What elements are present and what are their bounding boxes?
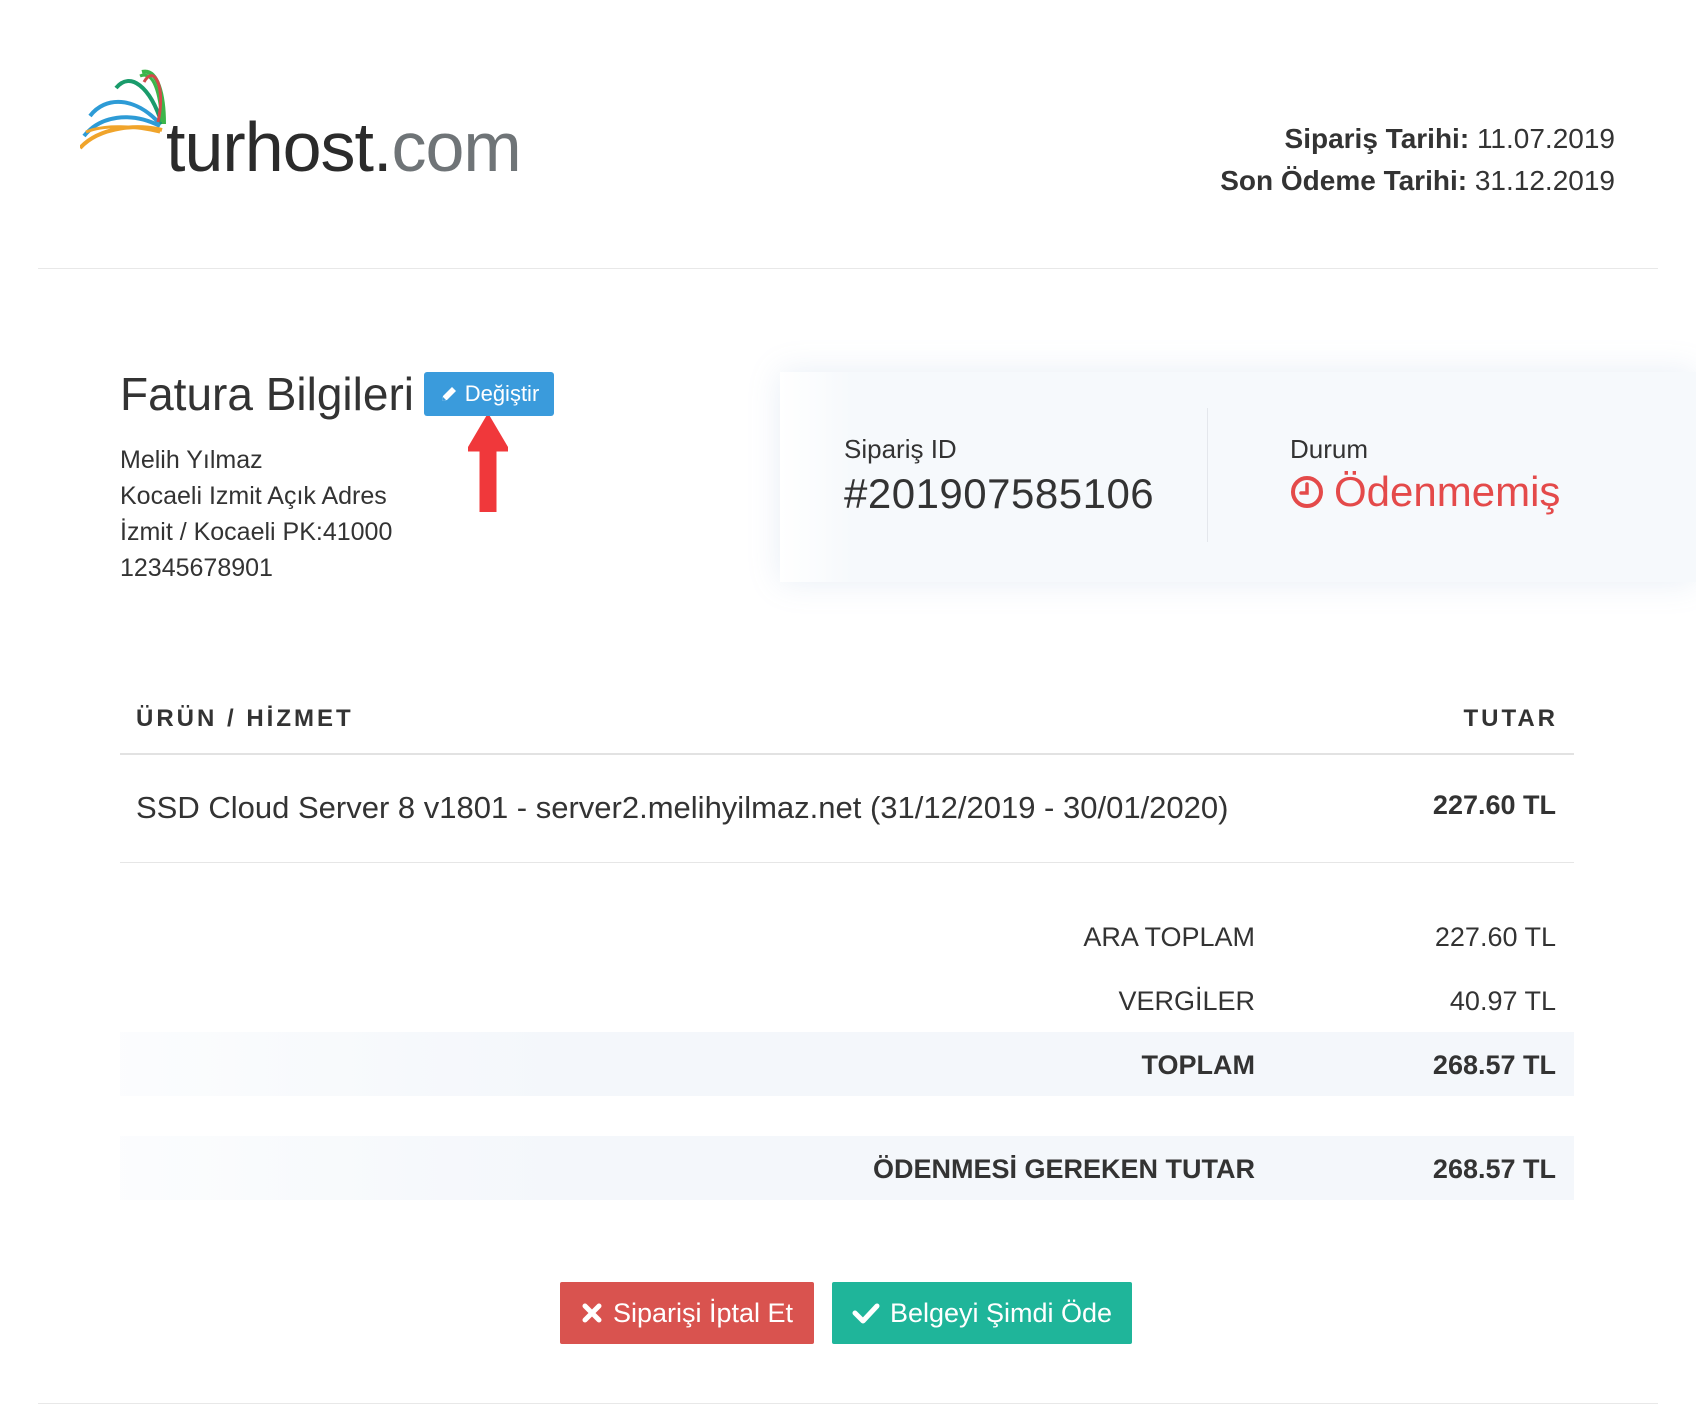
order-id-value: #201907585106 <box>844 470 1155 517</box>
pencil-icon <box>441 387 456 401</box>
check-icon <box>852 1303 880 1324</box>
amount-due-value: 268.57 TL <box>1432 1154 1556 1184</box>
billing-address-line: Kocaeli Izmit Açık Adres <box>120 482 387 510</box>
red-up-arrow-icon <box>468 416 508 512</box>
brand-name: turhost <box>166 108 374 186</box>
billing-tax-id: 12345678901 <box>120 554 273 582</box>
due-date-label: Son Ödeme Tarihi: <box>1220 165 1468 196</box>
table-header-divider <box>120 753 1574 755</box>
brand-wordmark[interactable]: turhost.com <box>166 112 522 182</box>
pay-now-button[interactable]: Belgeyi Şimdi Öde <box>832 1282 1132 1344</box>
status-value: Ödenmemiş <box>1334 468 1561 515</box>
tax-label: VERGİLER <box>1118 986 1255 1016</box>
order-date-label: Sipariş Tarihi: <box>1284 123 1470 154</box>
order-date-value: 11.07.2019 <box>1476 123 1615 154</box>
pay-now-label: Belgeyi Şimdi Öde <box>889 1297 1113 1328</box>
brand-dot: . <box>373 108 392 186</box>
amount-due-label: ÖDENMESİ GEREKEN TUTAR <box>872 1154 1255 1184</box>
clock-icon <box>1291 476 1323 508</box>
x-icon <box>582 1303 602 1323</box>
due-date-value: 31.12.2019 <box>1474 165 1615 196</box>
order-date-row: Sipariş Tarihi: 11.07.2019 <box>1220 118 1615 160</box>
cancel-order-button[interactable]: Siparişi İptal Et <box>560 1282 814 1344</box>
total-row-band <box>120 1032 1574 1096</box>
status-badge: Ödenmemiş <box>1290 468 1560 516</box>
edit-billing-button[interactable]: Değiştir <box>424 372 554 416</box>
order-dates: Sipariş Tarihi: 11.07.2019 Son Ödeme Tar… <box>1220 118 1615 202</box>
due-date-row: Son Ödeme Tarihi: 31.12.2019 <box>1220 160 1615 202</box>
brand-tld: com <box>391 108 521 186</box>
table-row-divider <box>120 862 1574 863</box>
order-id-label: Sipariş ID <box>844 434 957 464</box>
amount-due-row-band <box>120 1136 1574 1200</box>
table-row-amount: 227.60 TL <box>1432 790 1556 820</box>
billing-title: Fatura Bilgileri <box>120 368 414 420</box>
subtotal-value: 227.60 TL <box>1434 922 1556 952</box>
tax-value: 40.97 TL <box>1449 986 1556 1016</box>
status-label: Durum <box>1290 434 1369 464</box>
column-header-product: ÜRÜN / HİZMET <box>136 705 354 732</box>
edit-billing-label: Değiştir <box>464 381 540 406</box>
panel-divider <box>1207 408 1208 542</box>
total-label: TOPLAM <box>1141 1050 1256 1080</box>
cancel-order-label: Siparişi İptal Et <box>612 1297 794 1328</box>
header-divider <box>38 268 1658 269</box>
billing-name: Melih Yılmaz <box>120 446 263 474</box>
column-header-amount: TUTAR <box>1463 705 1558 732</box>
billing-city-line: İzmit / Kocaeli PK:41000 <box>120 518 393 546</box>
total-value: 268.57 TL <box>1432 1050 1556 1080</box>
billing-address: Melih Yılmaz Kocaeli Izmit Açık Adres İz… <box>120 442 392 586</box>
subtotal-label: ARA TOPLAM <box>1083 922 1255 952</box>
footer-divider <box>38 1403 1658 1404</box>
table-row-description: SSD Cloud Server 8 v1801 - server2.melih… <box>136 790 1229 825</box>
